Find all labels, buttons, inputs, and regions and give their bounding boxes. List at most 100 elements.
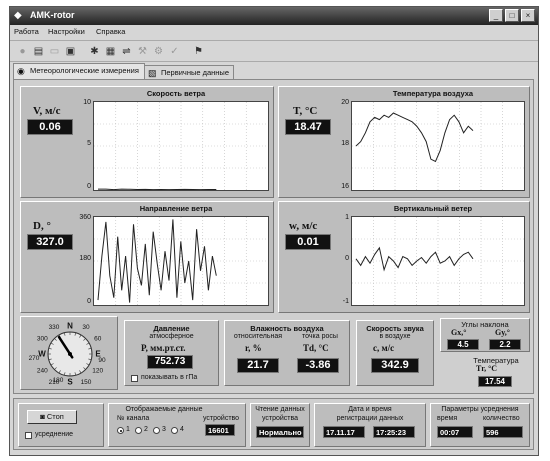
control-group: ◙ Стоп усреднение — [18, 403, 104, 447]
tick-label: 0 — [345, 255, 349, 262]
tab-primary-data[interactable]: ▧ Первичные данные — [144, 65, 234, 79]
sound-value: 342.9 — [371, 358, 419, 373]
read-sub: устройства — [261, 415, 299, 422]
date-field: 17.11.17 — [323, 426, 365, 438]
tab-meteo[interactable]: ◉ Метеорологические измерения — [13, 63, 145, 79]
channel-radio-2[interactable] — [135, 427, 142, 434]
compass-dial: 330 N 30W E6090120150180210240270300S — [29, 322, 106, 387]
wind-dir-label: D, ° — [33, 220, 51, 232]
gy-label: Gy,° — [495, 328, 510, 337]
humidity-td-label: Td, °C — [303, 343, 329, 353]
tick-label: 16 — [341, 183, 349, 190]
data-icon: ▧ — [148, 68, 157, 78]
toolbar: ● ▤ ▭ ▣ ✱ ▦ ⇌ ⚒ ⚙ ✓ ⚑ — [10, 40, 538, 62]
tick-label: 5 — [87, 140, 91, 147]
wind-speed-label: V, м/с — [33, 105, 61, 117]
hpa-checkbox[interactable] — [131, 375, 138, 382]
datetime-group: Дата и время регистрации данных 17.11.17… — [314, 403, 426, 447]
avg-time-field[interactable]: 00:07 — [437, 426, 473, 438]
datetime-title: Дата и время — [348, 406, 392, 413]
window-title: AMK-rotor — [30, 10, 75, 20]
tick-label: 20 — [341, 99, 349, 106]
temp-sensor-group: Температура Tг, °C 17.54 — [462, 356, 530, 390]
minimize-button[interactable]: _ — [489, 9, 503, 22]
series-line — [97, 219, 217, 303]
compass-label: 240 — [37, 368, 48, 375]
averaging-label: усреднение — [35, 431, 74, 438]
vert-wind-value: 0.01 — [285, 234, 331, 250]
read-status-field: Нормально — [256, 426, 304, 438]
air-temp-plot — [351, 101, 525, 191]
sound-panel: Скорость звука в воздухе c, м/с 342.9 — [356, 320, 434, 386]
tab-primary-data-label: Первичные данные — [161, 68, 229, 77]
averaging-checkbox[interactable] — [25, 432, 32, 439]
app-window: ◆ AMK-rotor _ □ × Работа Настройки Справ… — [9, 6, 539, 456]
channel-radio-1[interactable] — [117, 427, 124, 434]
humidity-panel: Влажность воздуха относительная точка ро… — [224, 320, 350, 386]
wind-dir-title: Направление ветра — [139, 204, 213, 213]
vert-wind-plot — [351, 216, 525, 306]
wind-speed-plot — [93, 101, 269, 191]
menu-help[interactable]: Справка — [96, 27, 125, 36]
stop-icon: ◙ — [40, 412, 45, 421]
tick-label: 360 — [79, 214, 91, 221]
avg-params-group: Параметры усреднения время количество 00… — [430, 403, 530, 447]
settings-icon[interactable]: ✱ — [88, 45, 101, 58]
avg-params-title: Параметры усреднения — [441, 406, 519, 413]
temp-sensor-value: 17.54 — [478, 376, 512, 387]
open-icon[interactable]: ▭ — [48, 45, 61, 58]
tick-label: 1 — [345, 214, 349, 221]
device-icon[interactable]: ▦ — [104, 45, 117, 58]
device-field[interactable]: 16601 — [205, 424, 235, 436]
run-icon[interactable]: ⚑ — [192, 45, 205, 58]
meteo-icon: ◉ — [17, 66, 25, 76]
gx-value: 4.5 — [447, 339, 479, 350]
tick-label: 0 — [87, 298, 91, 305]
channel-radio-3[interactable] — [153, 427, 160, 434]
series-line — [98, 188, 217, 190]
save-icon[interactable]: ▣ — [64, 45, 77, 58]
device-connect-icon[interactable]: ⇌ — [120, 45, 133, 58]
new-file-icon[interactable]: ▤ — [32, 45, 45, 58]
channel-2-label: 2 — [144, 426, 148, 433]
read-title: Чтение данных — [255, 406, 305, 413]
compass-label: 90 — [98, 357, 106, 364]
avg-count-label: количество — [483, 415, 520, 422]
title-bar[interactable]: ◆ AMK-rotor _ □ × — [10, 7, 538, 25]
menu-work[interactable]: Работа — [14, 27, 39, 36]
check-icon[interactable]: ✓ — [168, 45, 181, 58]
wind-speed-panel: Скорость ветра V, м/с 0.06 10 5 0 — [20, 86, 274, 198]
menu-bar: Работа Настройки Справка — [10, 25, 538, 39]
sound-title: Скорость звука — [366, 324, 424, 333]
tick-label: -1 — [342, 298, 349, 305]
channel-radio-4[interactable] — [171, 427, 178, 434]
stop-button-label: Стоп — [46, 412, 64, 421]
menu-settings[interactable]: Настройки — [48, 27, 85, 36]
wind-dir-plot — [93, 216, 269, 306]
wind-speed-value: 0.06 — [27, 119, 73, 135]
app-icon: ◆ — [14, 10, 22, 21]
sound-subtitle: в воздухе — [379, 333, 411, 340]
compass-label: 60 — [94, 336, 102, 343]
maximize-button[interactable]: □ — [505, 9, 519, 22]
time-field: 17:25:23 — [373, 426, 415, 438]
pressure-title: Давление — [153, 324, 190, 333]
pressure-label: P, мм.рт.ст. — [141, 343, 186, 353]
compass-hub — [68, 352, 72, 356]
series-line — [355, 246, 474, 272]
wind-dir-value: 327.0 — [27, 234, 73, 250]
gear-icon[interactable]: ⚙ — [152, 45, 165, 58]
avg-count-field[interactable]: 596 — [483, 426, 523, 438]
air-temp-title: Температура воздуха — [392, 89, 474, 98]
temp-sensor-label: Tг, °C — [476, 364, 498, 373]
compass-label: 270 — [29, 355, 40, 362]
tools-icon[interactable]: ⚒ — [136, 45, 149, 58]
humidity-r-value: 21.7 — [237, 358, 279, 373]
compass-label: 120 — [92, 368, 103, 375]
stop-button[interactable]: ◙ Стоп — [27, 410, 77, 424]
compass-label: 300 — [37, 336, 48, 343]
channel-4-label: 4 — [180, 426, 184, 433]
record-icon[interactable]: ● — [16, 45, 29, 58]
close-button[interactable]: × — [521, 9, 535, 22]
channel-1-label: 1 — [126, 426, 130, 433]
